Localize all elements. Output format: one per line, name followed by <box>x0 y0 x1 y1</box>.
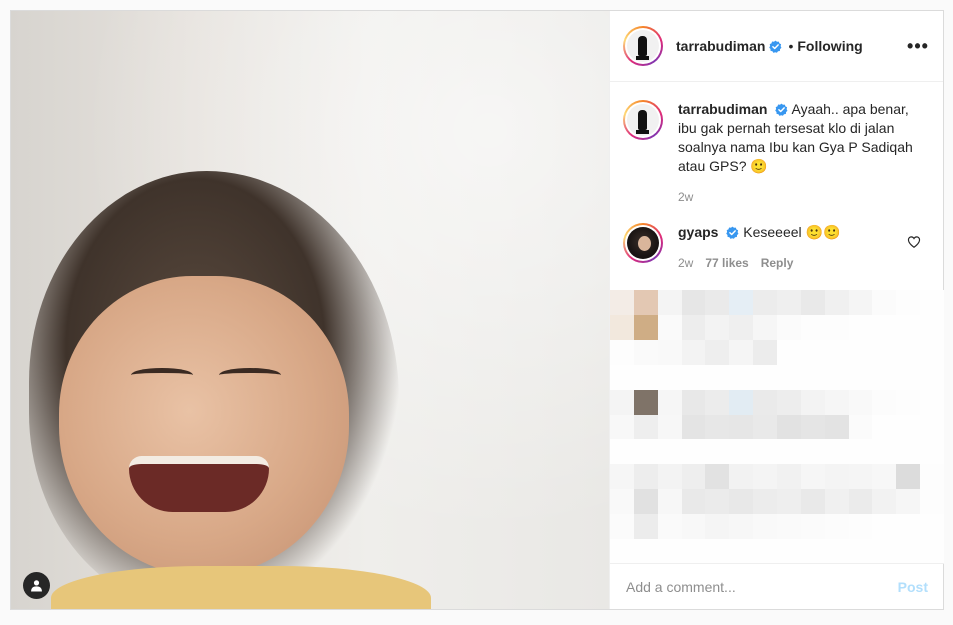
caption-content: tarrabudiman Ayaah.. apa benar, ibu gak … <box>678 100 928 176</box>
post-side-panel: tarrabudiman • Following ••• tarrabudima… <box>609 11 944 609</box>
photo-face <box>59 276 349 576</box>
comment-text: Keseeeel 🙂🙂 <box>743 224 841 240</box>
header-text: tarrabudiman • Following <box>676 38 907 54</box>
user-tag-icon <box>31 580 42 592</box>
caption-username[interactable]: tarrabudiman <box>678 101 767 117</box>
avatar-ring-inner <box>625 225 661 261</box>
commenter-avatar[interactable] <box>623 223 663 263</box>
comment-timestamp[interactable]: 2w <box>678 254 693 273</box>
caption-block: tarrabudiman Ayaah.. apa benar, ibu gak … <box>610 82 943 207</box>
reply-button[interactable]: Reply <box>761 254 794 273</box>
avatar-figure-base <box>636 130 649 134</box>
author-avatar[interactable] <box>623 26 663 66</box>
avatar-figure <box>638 110 647 130</box>
avatar-figure <box>638 36 647 56</box>
photo-eye-left <box>131 368 193 382</box>
more-horizontal-icon: ••• <box>907 35 929 56</box>
comment-body: gyaps Keseeeel 🙂🙂 2w 77 likes Reply <box>678 223 840 273</box>
avatar-face <box>638 236 651 251</box>
comment-item: gyaps Keseeeel 🙂🙂 2w 77 likes Reply <box>610 207 943 273</box>
verified-badge-icon <box>769 40 782 53</box>
photo-mouth <box>129 456 269 512</box>
caption-timestamp[interactable]: 2w <box>678 188 928 207</box>
pixelated-comments-area <box>610 290 944 564</box>
heart-outline-icon[interactable] <box>907 235 921 249</box>
comment-likes[interactable]: 77 likes <box>705 254 748 273</box>
photo-eye-right <box>219 368 281 382</box>
add-comment-input[interactable] <box>626 578 898 595</box>
avatar-ring-inner <box>625 28 661 64</box>
avatar-image <box>627 30 659 62</box>
verified-badge-icon <box>775 103 788 116</box>
more-options-button[interactable]: ••• <box>907 35 929 57</box>
instagram-post: tarrabudiman • Following ••• tarrabudima… <box>10 10 944 610</box>
avatar-ring-inner <box>625 102 661 138</box>
separator-dot: • <box>788 38 794 54</box>
author-username[interactable]: tarrabudiman <box>676 38 765 54</box>
photo-shirt <box>51 566 431 609</box>
comment-username[interactable]: gyaps <box>678 224 718 240</box>
following-button[interactable]: Following <box>797 38 862 54</box>
caption-body: tarrabudiman Ayaah.. apa benar, ibu gak … <box>678 100 928 207</box>
caption-avatar[interactable] <box>623 100 663 140</box>
add-comment-bar: Post <box>610 563 944 609</box>
comment-meta: 2w 77 likes Reply <box>678 254 840 273</box>
avatar-figure-base <box>636 56 649 60</box>
user-tag-button[interactable] <box>23 572 50 599</box>
avatar-image <box>627 227 659 259</box>
comment-content: gyaps Keseeeel 🙂🙂 <box>678 223 840 242</box>
verified-badge-icon <box>726 226 739 239</box>
post-comment-button[interactable]: Post <box>898 579 928 595</box>
post-photo[interactable] <box>11 11 609 609</box>
post-header: tarrabudiman • Following ••• <box>610 11 943 82</box>
avatar-image <box>627 104 659 136</box>
